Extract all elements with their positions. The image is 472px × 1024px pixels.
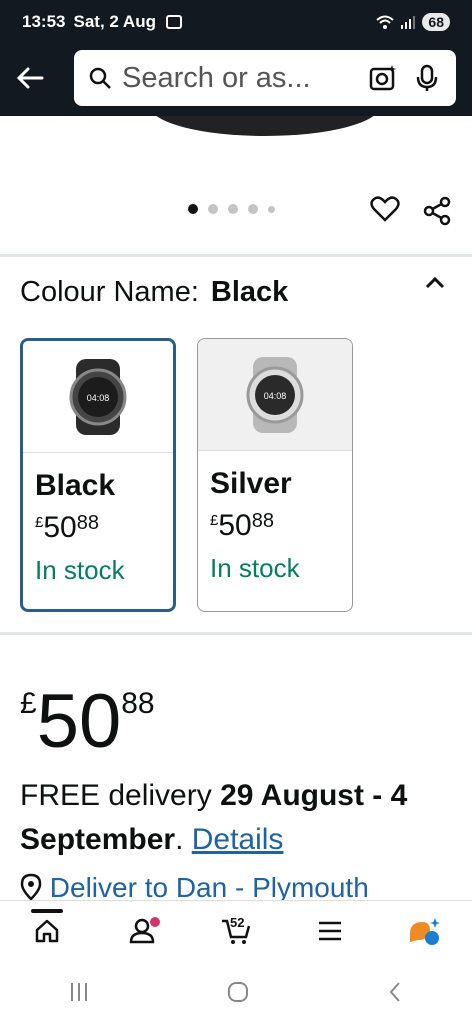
share-icon[interactable] [422,196,452,226]
wifi-icon [376,15,395,29]
status-bar: 13:53 Sat, 2 Aug 68 [0,0,472,44]
product-image-carousel[interactable] [0,116,472,254]
nav-home[interactable] [27,908,67,951]
colour-selected-value: Black [210,276,289,308]
watch-silver-image: 04:08 [246,356,304,433]
swatch-stock: In stock [210,553,300,583]
ai-assistant-icon [409,917,440,945]
product-price: £5088 [20,679,155,764]
watch-black-image: 04:08 [69,358,127,435]
delivery-info: FREE delivery 29 August - 4 September. D… [20,779,408,856]
search-box[interactable]: Search or as... [74,50,456,106]
cart-count: 52 [229,914,245,930]
location-pin-icon [20,873,42,901]
swatch-name: Silver [210,467,292,500]
bottom-nav: 52 [0,900,472,960]
swatch-image: 04:08 [23,341,173,453]
swatch-name: Black [35,469,116,502]
hamburger-menu-icon [319,921,342,940]
watch-face-time: 04:08 [264,391,287,401]
nav-rufus[interactable] [405,911,445,951]
back-arrow-icon[interactable] [14,62,46,94]
carousel-dot [188,204,198,214]
chevron-up-icon[interactable] [422,270,448,296]
signal-icon [401,16,416,29]
nav-menu[interactable] [310,911,350,951]
swatch-price: £5088 [210,509,274,542]
swatch-price: £5088 [35,511,99,544]
carousel-dot [248,204,258,214]
microphone-icon[interactable] [412,63,442,93]
section-divider [0,632,472,635]
swatch-image: 04:08 [198,339,352,451]
heart-icon[interactable] [370,194,400,224]
swatch-silver[interactable]: 04:08 Silver £5088 In stock [197,338,353,612]
notification-badge [149,916,160,927]
nav-cart[interactable]: 52 [216,911,256,951]
system-nav-bar [0,960,472,1024]
colour-name-label: Colour Name: Black [20,276,288,309]
watch-face-time: 04:08 [87,393,110,403]
swatch-black[interactable]: 04:08 Black £5088 In stock [20,338,176,612]
app-header: Search or as... [0,44,472,116]
carousel-dot [208,204,218,214]
carousel-dot [268,205,275,213]
battery-indicator: 68 [422,13,450,31]
search-input[interactable]: Search or as... [122,62,354,95]
nav-account[interactable] [122,911,162,951]
search-icon [89,67,111,89]
camera-search-icon[interactable] [368,63,398,93]
carousel-indicator [188,204,275,214]
recent-apps-icon[interactable] [67,981,91,1003]
colour-label-text: Colour Name: [20,276,199,308]
delivery-details-link[interactable]: Details [192,823,284,856]
back-button-icon[interactable] [385,980,405,1004]
section-divider [0,254,472,257]
swatch-stock: In stock [35,555,125,585]
home-icon [35,919,59,942]
status-time: 13:53 [22,12,66,31]
product-image [150,116,380,136]
carousel-dot [228,204,238,214]
screen-cast-icon [165,15,182,29]
home-button-icon[interactable] [226,980,250,1004]
status-date: Sat, 2 Aug [73,12,156,31]
